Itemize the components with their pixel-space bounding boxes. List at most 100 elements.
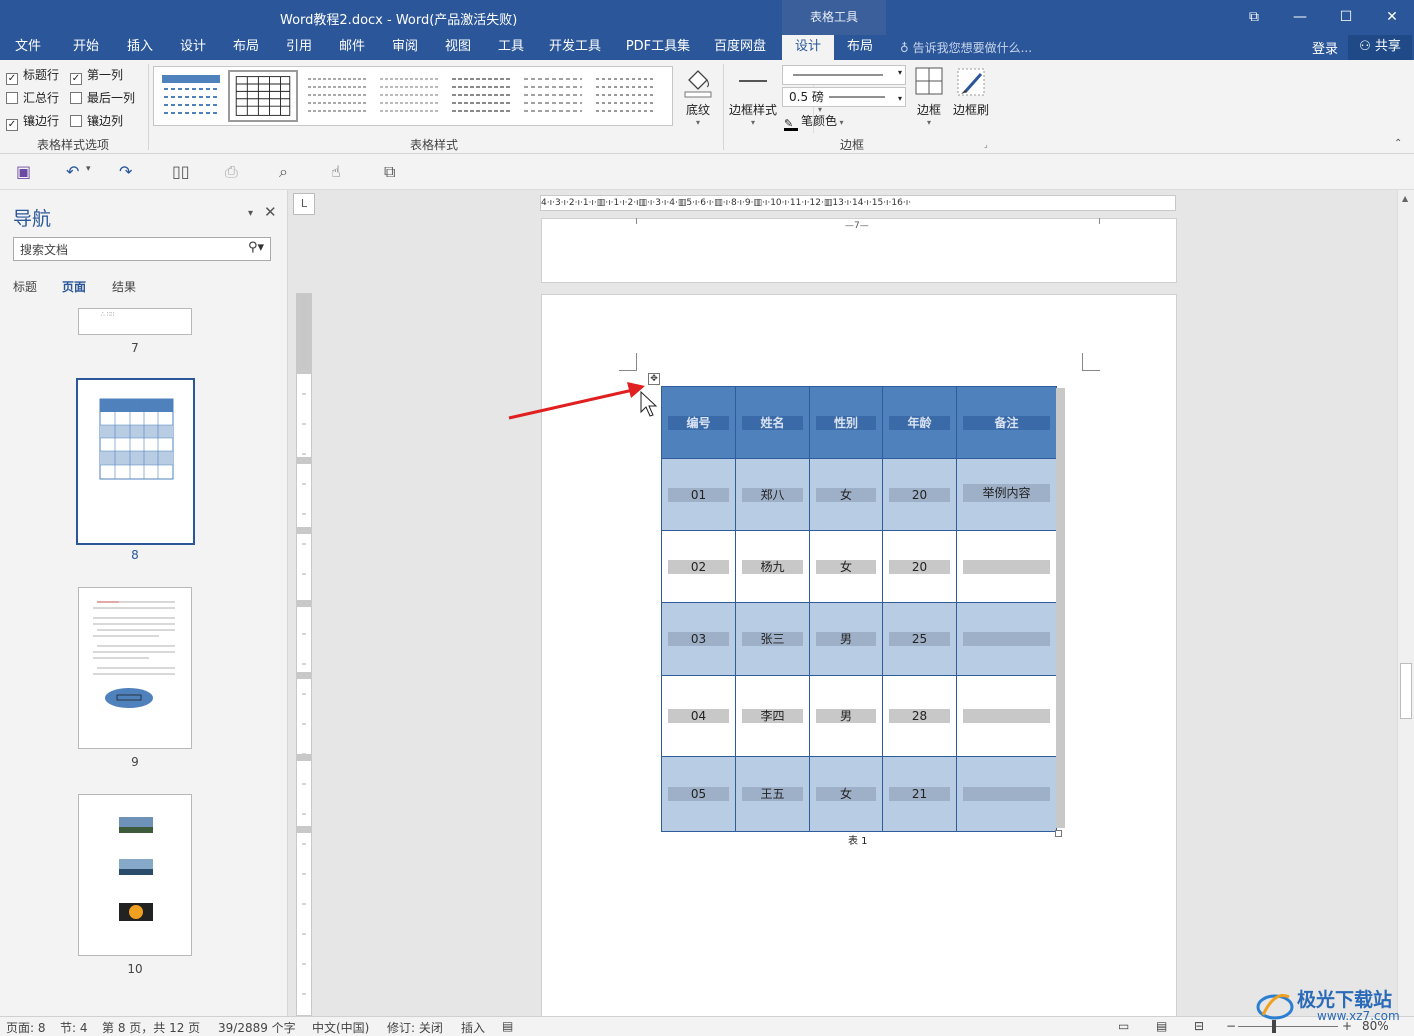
border-styles-button[interactable]: 边框样式 ▾	[728, 66, 778, 127]
status-section[interactable]: 节: 4	[60, 1019, 88, 1036]
pane-options-icon[interactable]: ▾	[248, 208, 253, 219]
print-layout-view-icon[interactable]: ▤	[1156, 1019, 1167, 1033]
status-page-count[interactable]: 第 8 页，共 12 页	[102, 1019, 200, 1036]
search-icon[interactable]: ⚲▾	[248, 240, 264, 255]
table-style-grid-blue[interactable]	[160, 73, 222, 119]
minimize-icon[interactable]: —	[1280, 4, 1320, 30]
table-resize-handle-icon[interactable]	[1055, 830, 1062, 837]
table-cell[interactable]: 杨九	[735, 530, 810, 603]
checkbox-banded-columns[interactable]: 镶边列	[70, 112, 123, 129]
search-document-input[interactable]: 搜索文档 ⚲▾	[13, 237, 271, 261]
tab-design[interactable]: 设计	[169, 35, 217, 60]
tab-headings[interactable]: 标题	[13, 278, 37, 295]
table-style-plain-4[interactable]	[522, 73, 584, 119]
status-insert-mode[interactable]: 插入	[461, 1019, 485, 1036]
web-layout-view-icon[interactable]: ⊟	[1194, 1019, 1204, 1033]
table-styles-gallery[interactable]: ▲▼▾	[153, 66, 823, 133]
border-painter-button[interactable]: 边框刷	[950, 66, 992, 118]
scroll-up-icon[interactable]: ▲	[1402, 194, 1408, 203]
table-cell[interactable]: 女	[809, 458, 883, 531]
tab-home[interactable]: 开始	[62, 35, 110, 60]
tab-results[interactable]: 结果	[112, 278, 136, 295]
zoom-slider[interactable]	[1238, 1026, 1338, 1027]
tab-file[interactable]: 文件	[4, 35, 52, 60]
vertical-ruler[interactable]	[296, 293, 312, 1016]
table-cell[interactable]: 王五	[735, 756, 810, 832]
table-cell[interactable]: 男	[809, 602, 883, 676]
tab-mailings[interactable]: 邮件	[328, 35, 376, 60]
table-cell[interactable]: 20	[882, 530, 957, 603]
redo-icon[interactable]: ↷	[119, 162, 132, 181]
table-style-plain-5[interactable]	[594, 73, 656, 119]
table-cell[interactable]	[956, 530, 1057, 603]
page-thumbnail-8[interactable]	[76, 378, 195, 545]
borders-button[interactable]: 边框 ▾	[912, 66, 946, 127]
header-cell[interactable]: 性别	[809, 386, 883, 459]
status-track-changes[interactable]: 修订: 关闭	[387, 1019, 443, 1036]
header-cell[interactable]: 备注	[956, 386, 1057, 459]
table-cell[interactable]: 20	[882, 458, 957, 531]
dialog-launcher-icon[interactable]: ⌟	[984, 140, 988, 149]
tab-layout[interactable]: 布局	[222, 35, 270, 60]
table-cell[interactable]: 男	[809, 675, 883, 757]
table-cell[interactable]: 郑八	[735, 458, 810, 531]
sign-in-link[interactable]: 登录	[1312, 38, 1338, 57]
tab-insert[interactable]: 插入	[116, 35, 164, 60]
tab-pdf-tools[interactable]: PDF工具集	[620, 35, 696, 60]
line-style-dropdown[interactable]: ▾	[782, 65, 906, 85]
checkbox-banded-rows[interactable]: ✓ 镶边行	[6, 112, 59, 131]
table-cell[interactable]: 05	[661, 756, 736, 832]
table-style-plain-1[interactable]	[306, 73, 368, 119]
close-pane-icon[interactable]: ✕	[264, 203, 277, 221]
table-cell[interactable]: 01	[661, 458, 736, 531]
pen-color-button[interactable]: ✎ 笔颜色 ▾	[784, 112, 844, 131]
tab-selector[interactable]: L	[293, 193, 315, 215]
header-cell[interactable]: 编号	[661, 386, 736, 459]
zoom-out-icon[interactable]: −	[1226, 1019, 1236, 1033]
tell-me-search[interactable]: ♁ 告诉我您想要做什么...	[900, 39, 1032, 56]
scrollbar-thumb[interactable]	[1400, 663, 1412, 719]
shading-button[interactable]: 底纹 ▾	[680, 66, 716, 127]
tab-review[interactable]: 审阅	[381, 35, 429, 60]
table-cell[interactable]: 张三	[735, 602, 810, 676]
read-mode-view-icon[interactable]: ▭	[1118, 1019, 1129, 1033]
word-table[interactable]: 编号 姓名 性别 年龄 备注 01 郑八 女 20 举例内容 02 杨九 女 2…	[661, 386, 1057, 832]
table-cell[interactable]: 女	[809, 530, 883, 603]
tab-references[interactable]: 引用	[275, 35, 323, 60]
maximize-icon[interactable]: ☐	[1326, 4, 1366, 30]
page-thumbnail-7[interactable]: ∴ ∷∷	[78, 308, 192, 335]
tab-tools[interactable]: 工具	[487, 35, 535, 60]
checkbox-total-row[interactable]: 汇总行	[6, 89, 59, 106]
table-cell[interactable]	[956, 602, 1057, 676]
table-style-plain-2[interactable]	[378, 73, 440, 119]
tab-table-design[interactable]: 设计	[782, 35, 834, 60]
customize-icon[interactable]: ⧉	[384, 162, 395, 182]
status-page[interactable]: 页面: 8	[6, 1019, 46, 1036]
ribbon-display-options-icon[interactable]: ⧉	[1234, 4, 1274, 30]
close-window-icon[interactable]: ✕	[1372, 4, 1412, 30]
table-cell[interactable]: 25	[882, 602, 957, 676]
share-button[interactable]: ⚇ 共享	[1348, 35, 1412, 60]
table-cell[interactable]	[956, 756, 1057, 832]
table-cell[interactable]: 03	[661, 602, 736, 676]
tab-view[interactable]: 视图	[434, 35, 482, 60]
read-mode-icon[interactable]: ▯▯	[172, 162, 190, 181]
table-cell[interactable]: 21	[882, 756, 957, 832]
tab-table-layout[interactable]: 布局	[836, 35, 884, 60]
line-weight-dropdown[interactable]: 0.5 磅 ▾	[782, 87, 906, 107]
print-icon[interactable]: ⎙	[225, 162, 238, 182]
table-cell[interactable]: 02	[661, 530, 736, 603]
page-thumbnail-10[interactable]	[78, 794, 192, 956]
status-language[interactable]: 中文(中国)	[312, 1019, 369, 1036]
touch-mode-icon[interactable]: ☝	[331, 162, 341, 181]
table-style-grid-selected[interactable]	[228, 70, 298, 122]
undo-icon[interactable]: ↶	[66, 162, 79, 181]
table-cell[interactable]	[956, 675, 1057, 757]
table-cell[interactable]: 04	[661, 675, 736, 757]
header-cell[interactable]: 年龄	[882, 386, 957, 459]
print-preview-icon[interactable]: ⌕	[279, 162, 288, 182]
header-cell[interactable]: 姓名	[735, 386, 810, 459]
table-style-plain-3[interactable]	[450, 73, 512, 119]
table-cell[interactable]: 女	[809, 756, 883, 832]
tab-baidu-netdisk[interactable]: 百度网盘	[707, 35, 773, 60]
